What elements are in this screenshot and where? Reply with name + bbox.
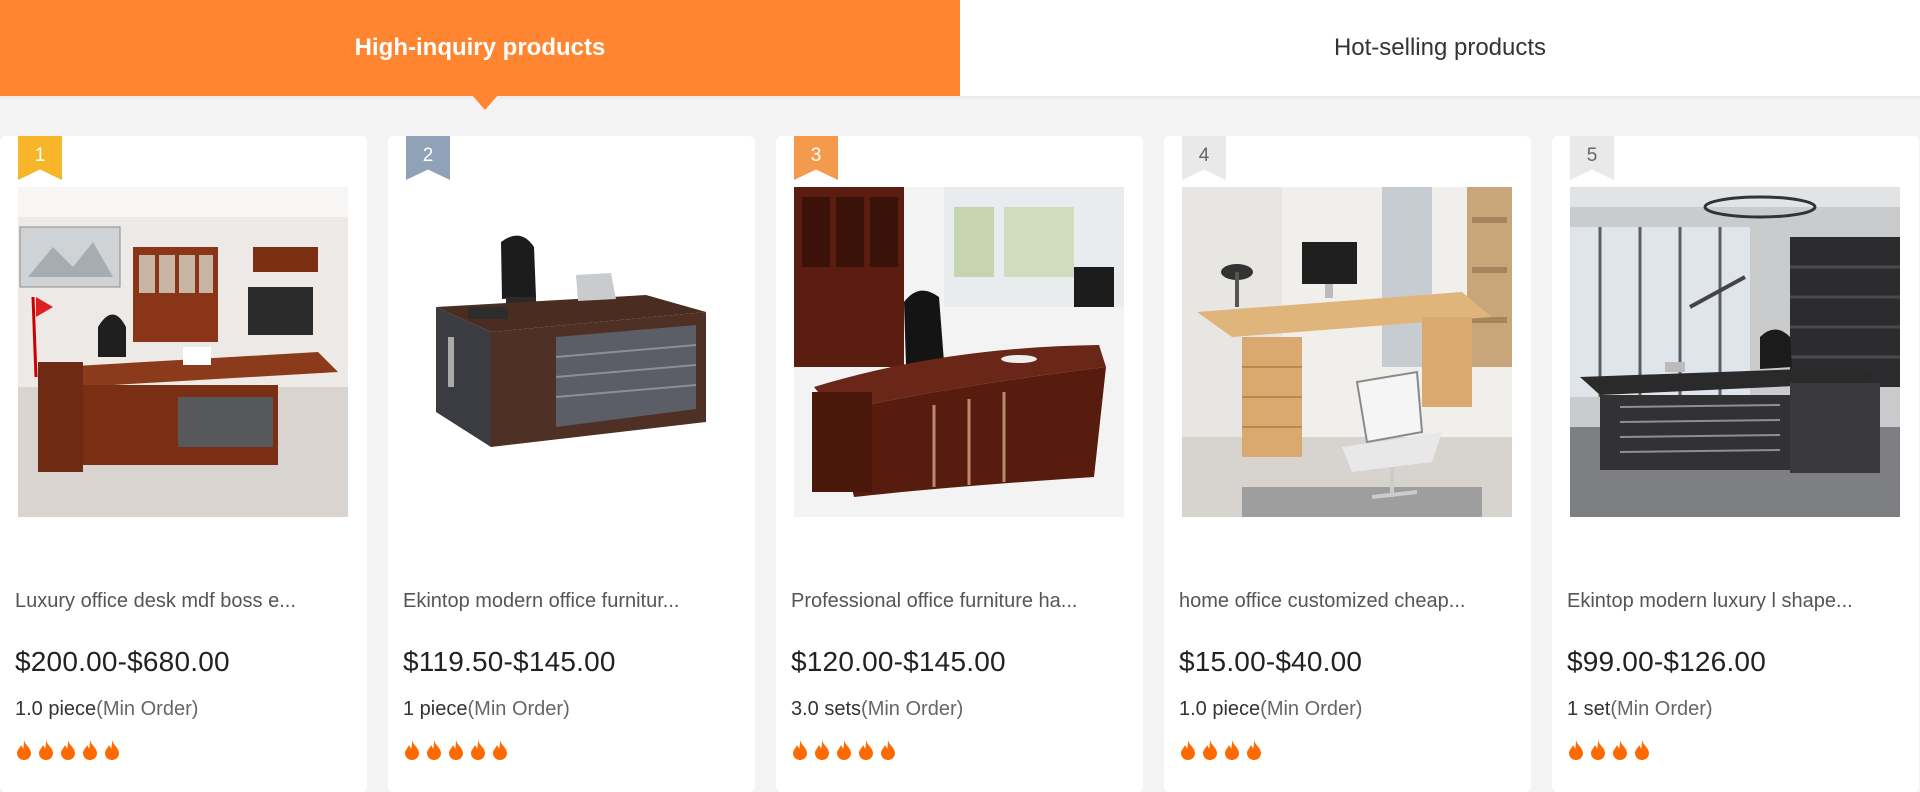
product-tabs: High-inquiry products Hot-selling produc… — [0, 0, 1920, 96]
flame-icon — [1225, 740, 1239, 760]
product-price: $15.00-$40.00 — [1179, 646, 1363, 677]
rank-number: 4 — [1198, 145, 1210, 166]
product-card[interactable]: 4 home office customized cheap... $15.00… — [1164, 136, 1531, 792]
min-order: 1.0 piece(Min Order) — [15, 698, 198, 721]
executive-desk-photo — [18, 187, 348, 517]
rank-number: 5 — [1586, 145, 1598, 166]
product-title[interactable]: Luxury office desk mdf boss e... — [15, 590, 345, 613]
min-order-value: 1.0 piece — [15, 698, 97, 720]
product-title[interactable]: home office customized cheap... — [1179, 590, 1509, 613]
product-title[interactable]: Ekintop modern luxury l shape... — [1567, 590, 1897, 613]
rank-badge: 5 — [1570, 136, 1614, 180]
wooden-home-desk-photo — [1182, 187, 1512, 517]
product-image[interactable] — [794, 187, 1124, 517]
tab-hot-selling-products[interactable]: Hot-selling products — [960, 0, 1920, 96]
flame-icon — [39, 740, 53, 760]
product-price: $119.50-$145.00 — [403, 646, 616, 677]
product-image[interactable] — [18, 187, 348, 517]
product-title[interactable]: Professional office furniture ha... — [791, 590, 1121, 613]
rank-number: 2 — [422, 145, 434, 166]
min-order: 1 set(Min Order) — [1567, 698, 1713, 721]
product-price: $120.00-$145.00 — [791, 646, 1006, 677]
flame-icon — [1569, 740, 1583, 760]
product-card[interactable]: 5 Ekintop modern luxury l shape... $99.0… — [1552, 136, 1919, 792]
product-card[interactable]: 3 Professional office furniture ha... $1… — [776, 136, 1143, 792]
flame-icon — [837, 740, 851, 760]
rank-badge: 4 — [1182, 136, 1226, 180]
min-order-value: 1.0 piece — [1179, 698, 1261, 720]
min-order-suffix: (Min Order) — [1610, 698, 1713, 720]
rank-number: 1 — [34, 145, 46, 166]
tab-high-inquiry-label: High-inquiry products — [354, 34, 606, 61]
product-list: 1 Luxury office desk mdf boss e... $200.… — [0, 136, 1920, 792]
flame-icon — [1203, 740, 1217, 760]
min-order-suffix: (Min Order) — [96, 698, 199, 720]
flame-icon — [1247, 740, 1261, 760]
min-order-suffix: (Min Order) — [1260, 698, 1363, 720]
active-tab-pointer — [472, 95, 498, 110]
product-price: $99.00-$126.00 — [1567, 646, 1766, 677]
product-image[interactable] — [1182, 187, 1512, 517]
flame-icon — [493, 740, 507, 760]
flame-icon — [859, 740, 873, 760]
min-order: 1 piece(Min Order) — [403, 698, 570, 721]
min-order: 3.0 sets(Min Order) — [791, 698, 963, 721]
flame-icon — [471, 740, 485, 760]
rank-badge: 3 — [794, 136, 838, 180]
flame-icon — [405, 740, 419, 760]
supplier-rating — [1567, 740, 1651, 760]
flame-icon — [1635, 740, 1649, 760]
supplier-rating — [1179, 740, 1263, 760]
product-image[interactable] — [406, 187, 736, 517]
modern-desk-photo — [406, 187, 736, 517]
rank-number: 3 — [810, 145, 822, 166]
curved-executive-desk-photo — [794, 187, 1124, 517]
supplier-rating — [791, 740, 897, 760]
product-title[interactable]: Ekintop modern office furnitur... — [403, 590, 733, 613]
product-card[interactable]: 1 Luxury office desk mdf boss e... $200.… — [0, 136, 367, 792]
tab-high-inquiry-products[interactable]: High-inquiry products — [0, 0, 960, 96]
supplier-rating — [403, 740, 509, 760]
flame-icon — [881, 740, 895, 760]
flame-icon — [61, 740, 75, 760]
supplier-rating — [15, 740, 121, 760]
min-order-value: 1 piece — [403, 698, 468, 720]
flame-icon — [427, 740, 441, 760]
flame-icon — [793, 740, 807, 760]
product-card[interactable]: 2 Ekintop modern office furnitur... $119… — [388, 136, 755, 792]
flame-icon — [1181, 740, 1195, 760]
flame-icon — [83, 740, 97, 760]
flame-icon — [17, 740, 31, 760]
flame-icon — [1591, 740, 1605, 760]
min-order-suffix: (Min Order) — [467, 698, 570, 720]
l-shape-desk-photo — [1570, 187, 1900, 517]
min-order-suffix: (Min Order) — [861, 698, 964, 720]
rank-badge: 2 — [406, 136, 450, 180]
product-price: $200.00-$680.00 — [15, 646, 230, 677]
product-image[interactable] — [1570, 187, 1900, 517]
min-order-value: 3.0 sets — [791, 698, 862, 720]
flame-icon — [449, 740, 463, 760]
min-order: 1.0 piece(Min Order) — [1179, 698, 1362, 721]
tab-hot-selling-label: Hot-selling products — [1333, 34, 1547, 61]
flame-icon — [1613, 740, 1627, 760]
rank-badge: 1 — [18, 136, 62, 180]
min-order-value: 1 set — [1567, 698, 1611, 720]
flame-icon — [815, 740, 829, 760]
flame-icon — [105, 740, 119, 760]
